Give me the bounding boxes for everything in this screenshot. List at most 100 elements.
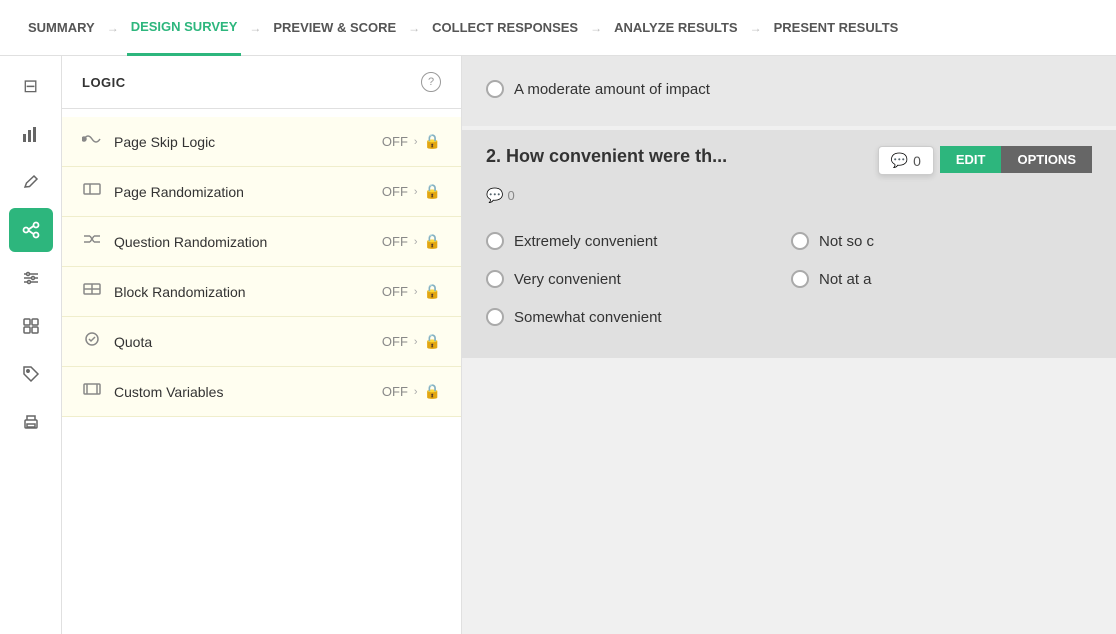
page-rand-status: OFF bbox=[382, 184, 408, 199]
logic-right-2: OFF › 🔒 bbox=[382, 233, 441, 250]
block-rand-label: Block Randomization bbox=[114, 284, 246, 300]
nav-summary-label: SUMMARY bbox=[28, 20, 95, 35]
logic-header: LOGIC ? bbox=[62, 56, 461, 109]
nav-analyze-results[interactable]: ANALYZE RESULTS bbox=[610, 0, 742, 56]
logic-panel: LOGIC ? Page Skip Logic OFF › 🔒 bbox=[62, 56, 462, 634]
not-so-option: Not so c bbox=[791, 224, 1092, 258]
somewhat-convenient-text: Somewhat convenient bbox=[514, 309, 662, 326]
help-icon[interactable]: ? bbox=[421, 72, 441, 92]
chart-icon[interactable] bbox=[9, 112, 53, 156]
comment-count-popup: 0 bbox=[913, 153, 921, 169]
question-title: 2. How convenient were th... bbox=[486, 146, 878, 167]
block-rand-status: OFF bbox=[382, 284, 408, 299]
options-grid: Extremely convenient Not so c Very conve… bbox=[462, 220, 1116, 358]
nav-arrow-4: → bbox=[590, 21, 602, 35]
inbox-icon[interactable]: ⊟ bbox=[9, 64, 53, 108]
custom-variables-item[interactable]: Custom Variables OFF › 🔒 bbox=[62, 367, 461, 417]
nav-preview-score[interactable]: PREVIEW & SCORE bbox=[269, 0, 400, 56]
page-rand-arrow: › bbox=[414, 186, 418, 198]
radio-circle[interactable] bbox=[486, 232, 504, 250]
radio-circle[interactable] bbox=[791, 270, 809, 288]
logic-title: LOGIC bbox=[82, 75, 126, 90]
page-rand-label: Page Randomization bbox=[114, 184, 244, 200]
page-skip-icon bbox=[82, 131, 102, 152]
logic-item-left: Page Randomization bbox=[82, 181, 244, 202]
nav-arrow-3: → bbox=[408, 21, 420, 35]
nav-arrow-2: → bbox=[249, 21, 261, 35]
logic-item-left: Quota bbox=[82, 331, 152, 352]
tag-icon[interactable] bbox=[9, 352, 53, 396]
sliders-icon[interactable] bbox=[9, 256, 53, 300]
block-rand-icon bbox=[82, 281, 102, 302]
somewhat-convenient-option: Somewhat convenient bbox=[486, 300, 787, 334]
nav-arrow-1: → bbox=[107, 21, 119, 35]
nav-collect-responses[interactable]: COLLECT RESPONSES bbox=[428, 0, 582, 56]
extremely-convenient-option: Extremely convenient bbox=[486, 224, 787, 258]
block-randomization-item[interactable]: Block Randomization OFF › 🔒 bbox=[62, 267, 461, 317]
options-button[interactable]: OPTIONS bbox=[1001, 146, 1092, 173]
custom-var-icon bbox=[82, 381, 102, 402]
quota-status: OFF bbox=[382, 334, 408, 349]
comment-count-below: 0 bbox=[507, 188, 514, 203]
not-at-all-option: Not at a bbox=[791, 262, 1092, 296]
nav-design-survey[interactable]: DESIGN SURVEY bbox=[127, 0, 242, 56]
edit-icon[interactable] bbox=[9, 160, 53, 204]
page-skip-logic-item[interactable]: Page Skip Logic OFF › 🔒 bbox=[62, 117, 461, 167]
quota-label: Quota bbox=[114, 334, 152, 350]
question-2-card: 2. How convenient were th... 💬 0 EDIT OP… bbox=[462, 130, 1116, 358]
grid-icon[interactable] bbox=[9, 304, 53, 348]
question-number: 2. bbox=[486, 146, 501, 166]
content-area: A moderate amount of impact 2. How conve… bbox=[462, 56, 1116, 634]
nav-collect-label: COLLECT RESPONSES bbox=[432, 20, 578, 35]
very-convenient-text: Very convenient bbox=[514, 271, 621, 288]
comment-bubble-icon: 💬 bbox=[891, 152, 908, 169]
custom-var-status: OFF bbox=[382, 384, 408, 399]
quota-arrow: › bbox=[414, 336, 418, 348]
logic-right-3: OFF › 🔒 bbox=[382, 283, 441, 300]
moderate-impact-text: A moderate amount of impact bbox=[514, 81, 710, 98]
page-randomization-item[interactable]: Page Randomization OFF › 🔒 bbox=[62, 167, 461, 217]
print-icon[interactable] bbox=[9, 400, 53, 444]
question-text: How convenient were th... bbox=[506, 146, 727, 166]
edit-button[interactable]: EDIT bbox=[940, 146, 1002, 173]
extremely-convenient-text: Extremely convenient bbox=[514, 233, 657, 250]
logic-item-left: Block Randomization bbox=[82, 281, 246, 302]
nav-arrow-5: → bbox=[750, 21, 762, 35]
not-at-all-text: Not at a bbox=[819, 271, 872, 288]
page-skip-lock: 🔒 bbox=[424, 133, 441, 150]
moderate-impact-option: A moderate amount of impact bbox=[486, 72, 1092, 106]
page-rand-lock: 🔒 bbox=[424, 183, 441, 200]
main-layout: ⊟ LOGIC ? bbox=[0, 56, 1116, 634]
custom-var-label: Custom Variables bbox=[114, 384, 223, 400]
question-randomization-item[interactable]: Question Randomization OFF › 🔒 bbox=[62, 217, 461, 267]
radio-circle[interactable] bbox=[486, 270, 504, 288]
not-so-text: Not so c bbox=[819, 233, 874, 250]
nav-present-label: PRESENT RESULTS bbox=[774, 20, 899, 35]
quota-icon bbox=[82, 331, 102, 352]
radio-circle[interactable] bbox=[486, 308, 504, 326]
logic-right-0: OFF › 🔒 bbox=[382, 133, 441, 150]
block-rand-lock: 🔒 bbox=[424, 283, 441, 300]
nav-present-results[interactable]: PRESENT RESULTS bbox=[770, 0, 903, 56]
q-rand-lock: 🔒 bbox=[424, 233, 441, 250]
nav-design-label: DESIGN SURVEY bbox=[131, 19, 238, 34]
question-header: 2. How convenient were th... 💬 0 EDIT OP… bbox=[462, 130, 1116, 183]
custom-var-arrow: › bbox=[414, 386, 418, 398]
nav-preview-label: PREVIEW & SCORE bbox=[273, 20, 396, 35]
q-rand-label: Question Randomization bbox=[114, 234, 267, 250]
comment-count-row: 💬 0 bbox=[462, 183, 1116, 220]
comment-icon-below: 💬 bbox=[486, 187, 503, 204]
comment-popup[interactable]: 💬 0 bbox=[878, 146, 934, 175]
top-navigation: SUMMARY → DESIGN SURVEY → PREVIEW & SCOR… bbox=[0, 0, 1116, 56]
page-rand-icon bbox=[82, 181, 102, 202]
nav-summary[interactable]: SUMMARY bbox=[24, 0, 99, 56]
page-skip-arrow: › bbox=[414, 136, 418, 148]
logic-right-4: OFF › 🔒 bbox=[382, 333, 441, 350]
radio-circle[interactable] bbox=[486, 80, 504, 98]
logic-icon[interactable] bbox=[9, 208, 53, 252]
radio-circle[interactable] bbox=[791, 232, 809, 250]
nav-analyze-label: ANALYZE RESULTS bbox=[614, 20, 738, 35]
partial-top-card: A moderate amount of impact bbox=[462, 56, 1116, 126]
quota-item[interactable]: Quota OFF › 🔒 bbox=[62, 317, 461, 367]
custom-var-lock: 🔒 bbox=[424, 383, 441, 400]
